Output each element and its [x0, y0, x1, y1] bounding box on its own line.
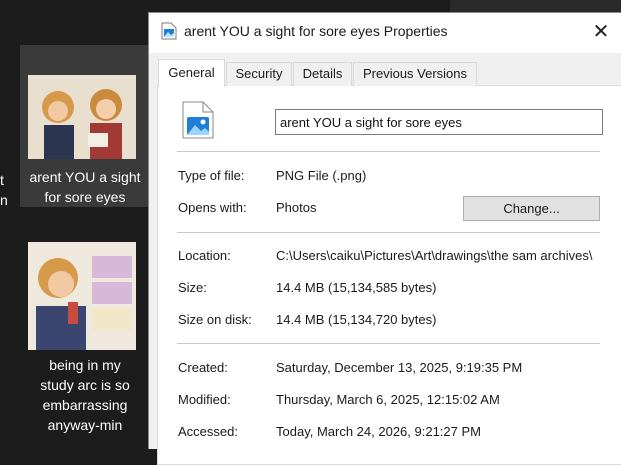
png-image-icon: [182, 101, 214, 144]
modified-value: Thursday, March 6, 2025, 12:15:02 AM: [276, 392, 500, 407]
accessed-value: Today, March 24, 2026, 9:21:27 PM: [276, 424, 481, 439]
size-on-disk-value: 14.4 MB (15,134,720 bytes): [276, 312, 437, 327]
opens-with-value: Photos: [276, 200, 317, 215]
location-label: Location:: [178, 248, 231, 263]
file-name-field[interactable]: [275, 109, 603, 135]
general-tab-panel: [157, 85, 621, 465]
location-value: C:\Users\caiku\Pictures\Art\drawings\the…: [276, 248, 593, 263]
tab-general[interactable]: General: [158, 59, 225, 87]
file-thumbnail: [28, 242, 136, 350]
properties-dialog: arent YOU a sight for sore eyes Properti…: [148, 12, 621, 465]
file-explorer-pane: t n arent YOU a sight for sore eyes bein…: [0, 0, 150, 449]
size-value: 14.4 MB (15,134,585 bytes): [276, 280, 437, 295]
clipped-file-label: t: [0, 172, 4, 188]
type-of-file-value: PNG File (.png): [276, 168, 367, 183]
tab-security[interactable]: Security: [226, 62, 292, 86]
file-name-line: study arc is so: [40, 377, 130, 393]
size-label: Size:: [178, 280, 207, 295]
created-value: Saturday, December 13, 2025, 9:19:35 PM: [276, 360, 523, 375]
clipped-file-label: n: [0, 192, 8, 208]
file-name-line: embarrassing: [42, 397, 128, 413]
dialog-titlebar[interactable]: arent YOU a sight for sore eyes Properti…: [149, 13, 621, 53]
file-tile[interactable]: being in my study arc is so embarrassing…: [20, 235, 148, 445]
created-label: Created:: [178, 360, 228, 375]
file-tile-selected[interactable]: arent YOU a sight for sore eyes: [20, 45, 148, 207]
change-button[interactable]: Change...: [463, 196, 600, 221]
file-thumbnail: [28, 75, 136, 159]
file-name-line: arent YOU a sight: [29, 169, 141, 185]
modified-label: Modified:: [178, 392, 231, 407]
divider: [177, 343, 600, 344]
tab-details[interactable]: Details: [293, 62, 352, 86]
file-name-line: anyway-min: [47, 417, 123, 433]
size-on-disk-label: Size on disk:: [178, 312, 252, 327]
accessed-label: Accessed:: [178, 424, 238, 439]
png-file-icon: [161, 22, 177, 45]
close-icon: ✕: [592, 21, 610, 43]
file-name-line: being in my: [49, 357, 121, 373]
divider: [177, 232, 600, 233]
file-name-line: for sore eyes: [44, 189, 126, 205]
opens-with-label: Opens with:: [178, 200, 247, 215]
type-of-file-label: Type of file:: [178, 168, 245, 183]
window-edge: [450, 0, 621, 12]
dialog-title: arent YOU a sight for sore eyes Properti…: [184, 23, 448, 39]
tab-previous-versions[interactable]: Previous Versions: [353, 62, 477, 86]
close-button[interactable]: ✕: [581, 13, 621, 53]
divider: [177, 151, 600, 152]
